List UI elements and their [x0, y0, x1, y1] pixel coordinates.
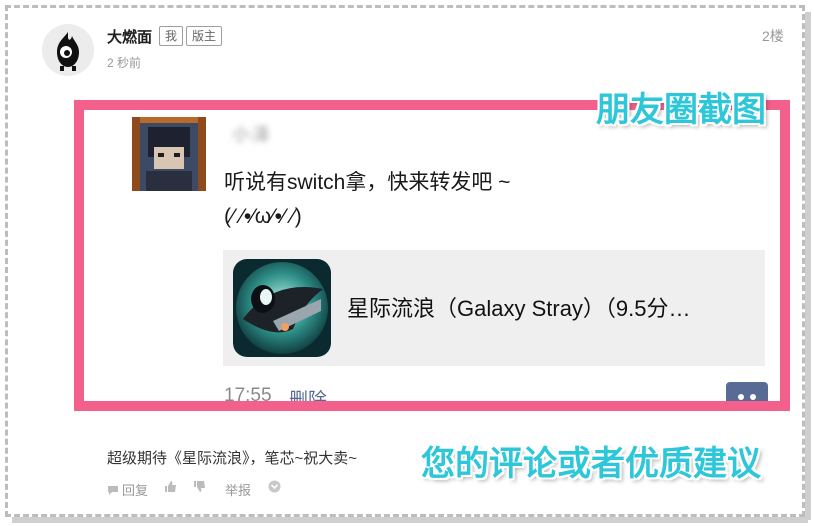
speech-bubble-icon — [108, 485, 118, 495]
pixel-avatar-image — [132, 117, 206, 191]
moments-screenshot: 小泽 听说有switch拿，快来转发吧 ~ (⁄ ⁄•⁄ω⁄•⁄ ⁄) 星际流浪… — [74, 100, 790, 411]
self-badge: 我 — [159, 26, 184, 46]
report-label: 举报 — [225, 483, 252, 498]
comment-text: 超级期待《星际流浪》，笔芯~祝大卖~ — [107, 450, 358, 467]
frame-shadow-bottom — [12, 517, 808, 523]
poster-name: 小泽 — [232, 125, 272, 145]
spaceship-icon — [233, 259, 331, 357]
moderator-badge: 版主 — [186, 26, 223, 46]
post-text-line-2: (⁄ ⁄•⁄ω⁄•⁄ ⁄) — [224, 205, 302, 228]
frame-shadow-right — [805, 12, 811, 520]
thumbs-down-icon — [194, 481, 205, 492]
user-avatar[interactable] — [42, 24, 94, 76]
moments-post-text: 听说有switch拿，快来转发吧 ~ (⁄ ⁄•⁄ω⁄•⁄ ⁄) — [224, 166, 510, 234]
report-button[interactable]: 举报 — [225, 480, 251, 499]
thumbs-up-icon — [165, 481, 176, 492]
floor-number: 2楼 — [762, 28, 784, 44]
username[interactable]: 大燃面 — [107, 26, 152, 47]
expand-button[interactable] — [268, 480, 281, 493]
moments-time: 17:55 — [224, 385, 272, 406]
delete-link[interactable]: 删除 — [289, 385, 327, 401]
suggestion-label: 您的评论或者优质建议 — [421, 445, 761, 483]
like-button[interactable] — [164, 480, 177, 493]
post-text-line-1: 听说有switch拿，快来转发吧 ~ — [224, 171, 511, 194]
reply-label: 回复 — [122, 483, 149, 498]
shared-link-card[interactable]: 星际流浪（Galaxy Stray）（9.5分… — [223, 250, 765, 366]
reply-button[interactable]: 回复 — [107, 480, 148, 499]
dot-icon — [750, 394, 756, 400]
flame-mascot-icon — [42, 24, 94, 76]
dislike-button[interactable] — [193, 480, 206, 493]
game-icon — [233, 259, 331, 357]
comment-more-button[interactable] — [726, 382, 768, 401]
post-time: 2 秒前 — [107, 56, 142, 70]
chevron-down-icon — [268, 480, 281, 493]
moments-screenshot-label: 朋友圈截图 — [596, 91, 766, 129]
poster-avatar — [132, 117, 206, 191]
dot-icon — [738, 394, 744, 400]
link-title: 星际流浪（Galaxy Stray）（9.5分… — [347, 296, 691, 321]
